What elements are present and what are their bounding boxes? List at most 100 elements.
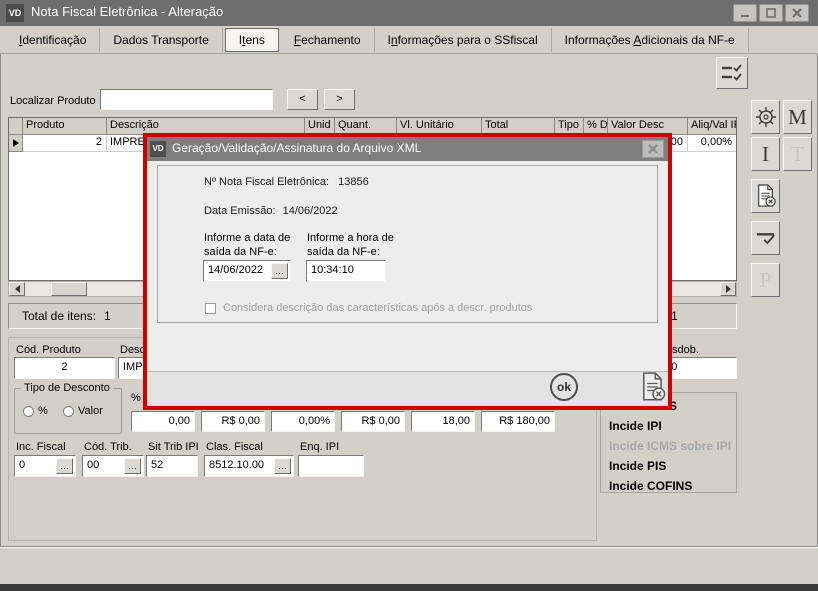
row-selector [9, 135, 23, 152]
tab-informacoes-adicionais[interactable]: Informações Adicionais da NF-e [552, 27, 749, 52]
cod-produto-input[interactable]: 2 [14, 357, 115, 379]
scrollbar-thumb[interactable] [51, 282, 87, 296]
item-list-button[interactable] [716, 57, 748, 89]
close-button[interactable] [785, 4, 809, 22]
t-button-label: T [791, 141, 804, 166]
emissao-value: 14/06/2022 [282, 205, 338, 217]
previous-item-button[interactable]: < [287, 89, 318, 110]
i-button-label: I [762, 141, 769, 166]
cod-trib-input[interactable]: 00 … [82, 455, 144, 477]
total-itens-label: Total de itens: [22, 309, 97, 323]
icms-valor-field[interactable]: R$ 180,00 [481, 411, 555, 432]
inc-fiscal-input[interactable]: 0 … [14, 455, 76, 477]
i-button[interactable]: I [751, 137, 780, 171]
p-button[interactable]: P [751, 263, 780, 297]
localizar-produto-input[interactable] [100, 89, 273, 110]
column-header-produto[interactable]: Produto [23, 118, 107, 135]
xml-generation-dialog: VD Geração/Validação/Assinatura do Arqui… [143, 133, 672, 410]
considera-descricao-checkbox[interactable] [205, 303, 216, 314]
enq-ipi-label: Enq. IPI [300, 441, 340, 453]
scroll-left-icon [14, 285, 20, 293]
dialog-cancel-button[interactable] [639, 372, 669, 402]
emissao-label: Data Emissão: [204, 205, 276, 217]
current-row-marker-icon [12, 139, 19, 147]
incide-icms-sobre-ipi: Incide ICMS sobre IPI [609, 439, 732, 453]
total-right-value: 1 [671, 309, 678, 323]
sit-trib-ipi-input[interactable]: 52 [146, 455, 198, 477]
scroll-left-button[interactable] [9, 282, 25, 296]
ok-button[interactable]: ok [550, 373, 578, 401]
incide-ipi: Incide IPI [609, 419, 662, 433]
minimize-button[interactable] [733, 4, 757, 22]
nfe-number-label: Nº Nota Fiscal Eletrônica: [204, 176, 330, 188]
radio-valor-label: Valor [78, 405, 103, 417]
tab-bar: Identificação Dados Transporte Itens Fec… [0, 26, 818, 54]
desconto-valor-field[interactable]: R$ 0,00 [201, 411, 265, 432]
m-button[interactable]: M [783, 100, 812, 134]
clas-fiscal-value: 8512.10.00 [209, 459, 265, 471]
clas-fiscal-picker-button[interactable]: … [274, 458, 291, 474]
tipo-desconto-groupbox: Tipo de Desconto % Valor [14, 382, 122, 434]
confirm-line-button[interactable] [751, 221, 780, 255]
gear-icon [755, 107, 776, 127]
inc-fiscal-picker-button[interactable]: … [56, 458, 73, 474]
window-title: Nota Fiscal Eletrônica - Alteração [31, 4, 224, 19]
pct-label-fragment: % [131, 392, 141, 404]
inc-fiscal-value: 0 [19, 459, 26, 471]
desconto-pct-field[interactable]: 0,00 [131, 411, 195, 432]
radio-valor-circle-icon [63, 405, 74, 417]
cod-trib-value: 00 [87, 459, 100, 471]
emissao-line: Data Emissão: 14/06/2022 [204, 205, 338, 217]
dialog-close-button[interactable] [642, 140, 664, 158]
ipi-pct-field[interactable]: 0,00% [271, 411, 335, 432]
maximize-icon [766, 8, 776, 18]
scroll-right-icon [725, 285, 731, 293]
nfe-number-value: 13856 [338, 176, 369, 188]
gear-button[interactable] [751, 100, 780, 134]
title-bar: VD Nota Fiscal Eletrônica - Alteração [0, 0, 818, 26]
tab-fechamento[interactable]: Fechamento [281, 27, 375, 52]
radio-valor[interactable]: Valor [63, 405, 103, 417]
tipo-desconto-legend: Tipo de Desconto [21, 382, 113, 394]
m-button-label: M [788, 104, 807, 129]
cell-produto: 2 [23, 135, 107, 152]
app-icon: VD [6, 4, 24, 22]
cod-produto-label: Cód. Produto [16, 344, 81, 356]
maximize-button[interactable] [759, 4, 783, 22]
radio-percent[interactable]: % [23, 405, 48, 417]
cod-trib-picker-button[interactable]: … [124, 458, 141, 474]
line-check-icon [756, 233, 775, 245]
saida-data-input[interactable]: 14/06/2022 … [203, 260, 291, 282]
window-bottom-edge [0, 584, 818, 591]
cod-trib-label: Cód. Trib. [84, 441, 132, 453]
minimize-icon [741, 15, 749, 17]
cancel-document-button[interactable] [751, 179, 780, 213]
scroll-right-button[interactable] [720, 282, 736, 296]
dialog-title: Geração/Validação/Assinatura do Arquivo … [172, 141, 422, 155]
clas-fiscal-input[interactable]: 8512.10.00 … [204, 455, 294, 477]
ipi-valor-field[interactable]: R$ 0,00 [341, 411, 405, 432]
column-header-aliq-ipi[interactable]: Aliq/Val IP [688, 118, 736, 135]
checklist-icon [722, 64, 742, 81]
sit-trib-ipi-label: Sit Trib IPI [148, 441, 199, 453]
tab-identificacao[interactable]: Identificação [6, 27, 101, 52]
incide-cofins: Incide COFINS [609, 479, 693, 493]
p-button-label: P [759, 267, 772, 292]
icms-pct-field[interactable]: 18,00 [411, 411, 475, 432]
dialog-app-icon: VD [150, 141, 166, 157]
saida-hora-label: Informe a hora de saída da NF-e: [307, 232, 394, 258]
saida-hora-input[interactable]: 10:34:10 [306, 260, 386, 282]
nfe-number-line: Nº Nota Fiscal Eletrônica: 13856 [204, 176, 369, 188]
saida-data-label: Informe a data de saída da NF-e: [204, 232, 291, 258]
tab-informacoes-ssfiscal[interactable]: Informações para o SSfiscal [375, 27, 552, 52]
t-button[interactable]: T [783, 137, 812, 171]
inc-fiscal-label: Inc. Fiscal [16, 441, 66, 453]
document-cancel-icon [757, 184, 776, 207]
saida-data-picker-button[interactable]: … [271, 263, 288, 279]
enq-ipi-input[interactable] [298, 455, 364, 477]
tab-dados-transporte[interactable]: Dados Transporte [100, 27, 223, 52]
dialog-button-bar [147, 371, 668, 406]
tab-itens[interactable]: Itens [224, 27, 279, 52]
clas-fiscal-label: Clas. Fiscal [206, 441, 263, 453]
next-item-button[interactable]: > [324, 89, 355, 110]
